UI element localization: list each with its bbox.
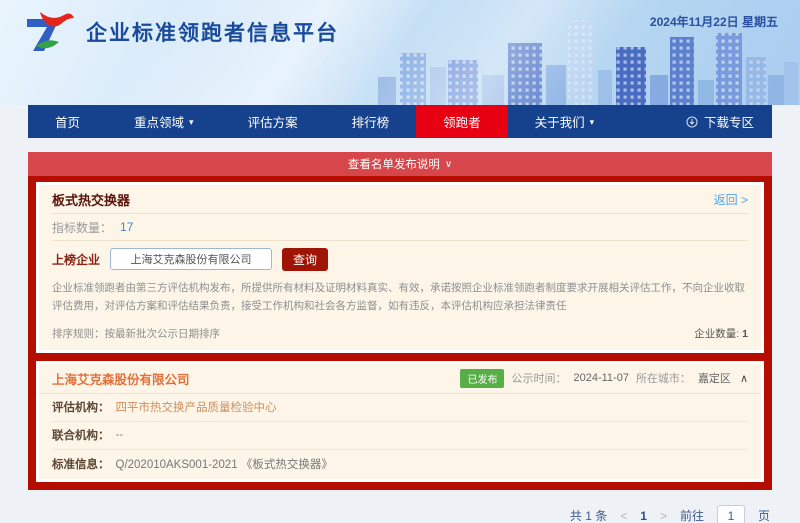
listed-company-label: 上榜企业: [52, 251, 100, 268]
city-label: 所在城市：: [636, 370, 691, 386]
detail-row-evaluation-agency: 评估机构： 四平市热交换产品质量检验中心: [52, 394, 748, 422]
site-logo: [24, 9, 76, 55]
nav-item-label: 领跑者: [443, 112, 481, 131]
chevron-down-icon: ∨: [445, 159, 452, 170]
detail-row-joint-agency: 联合机构： --: [52, 422, 748, 450]
category-panel: 板式热交换器 返回 > 指标数量： 17 上榜企业 查询 企业标准领跑者由第三方…: [36, 182, 764, 353]
header-date: 2024年11月22日 星期五: [650, 13, 778, 30]
goto-page-input[interactable]: [717, 505, 745, 523]
site-header: 企业标准领跑者信息平台 2024年11月22日 星期五: [0, 0, 800, 105]
status-badge: 已发布: [460, 369, 504, 388]
detail-label: 联合机构：: [52, 427, 110, 443]
list-release-notice-toggle[interactable]: 查看名单发布说明 ∨: [28, 152, 772, 176]
nav-item-label: 排行榜: [352, 112, 390, 131]
detail-value: 四平市热交换产品质量检验中心: [116, 399, 277, 415]
main-nav: 首页 重点领域 ▾ 评估方案 排行榜 领跑者 关于我们 ▾ 下载专区: [28, 105, 772, 138]
indicator-count-label: 指标数量：: [52, 219, 112, 236]
company-name[interactable]: 上海艾克森股份有限公司: [52, 369, 190, 388]
evaluation-disclaimer: 企业标准领跑者由第三方评估机构发布，所提供所有材料及证明材料真实、有效，承诺按照…: [52, 277, 748, 320]
nav-item-home[interactable]: 首页: [28, 105, 107, 138]
download-icon: [686, 116, 698, 128]
detail-value: --: [116, 429, 124, 441]
caret-down-icon: ▾: [189, 118, 194, 127]
prev-page-arrow[interactable]: <: [620, 509, 627, 523]
detail-label: 评估机构：: [52, 399, 110, 415]
nav-item-label: 重点领域: [134, 112, 184, 131]
company-search-input[interactable]: [110, 248, 272, 270]
sort-rule-text: 排序规则：按最新批次公示日期排序: [52, 326, 220, 341]
next-page-arrow[interactable]: >: [660, 509, 667, 523]
back-link[interactable]: 返回 >: [714, 191, 748, 208]
query-button[interactable]: 查询: [282, 248, 328, 271]
indicator-count-value: 17: [120, 220, 133, 234]
company-card-header[interactable]: 上海艾克森股份有限公司 已发布 公示时间： 2024-11-07 所在城市： 嘉…: [39, 364, 761, 394]
page-unit-label: 页: [758, 507, 770, 523]
indicator-count-row: 指标数量： 17: [52, 214, 748, 241]
nav-item-label: 首页: [55, 112, 80, 131]
nav-item-label: 关于我们: [535, 112, 585, 131]
sort-rule-row: 排序规则：按最新批次公示日期排序 企业数量:1: [52, 320, 748, 350]
nav-item-key-areas[interactable]: 重点领域 ▾: [107, 105, 221, 138]
city-value: 嘉定区: [698, 370, 731, 386]
current-page[interactable]: 1: [640, 509, 647, 523]
goto-label: 前往: [680, 507, 704, 523]
detail-value: Q/202010AKS001-2021 《板式热交换器》: [116, 456, 333, 472]
leader-content-frame: 板式热交换器 返回 > 指标数量： 17 上榜企业 查询 企业标准领跑者由第三方…: [28, 176, 772, 490]
nav-item-about-us[interactable]: 关于我们 ▾: [508, 105, 622, 138]
company-search-row: 上榜企业 查询: [52, 241, 748, 277]
chevron-up-icon[interactable]: ∧: [740, 372, 748, 385]
publish-time-value: 2024-11-07: [573, 372, 628, 384]
nav-item-ranking[interactable]: 排行榜: [325, 105, 417, 138]
page-title: 企业标准领跑者信息平台: [86, 17, 339, 47]
detail-label: 标准信息：: [52, 456, 110, 472]
nav-item-label: 评估方案: [248, 112, 298, 131]
category-title-row: 板式热交换器 返回 >: [52, 185, 748, 214]
company-count-value: 1: [742, 328, 748, 340]
company-count: 企业数量:1: [694, 326, 748, 341]
download-label: 下载专区: [704, 112, 754, 131]
pagination: 共 1 条 < 1 > 前往 页: [30, 505, 770, 523]
nav-item-evaluation-plan[interactable]: 评估方案: [221, 105, 325, 138]
detail-row-standard-info: 标准信息： Q/202010AKS001-2021 《板式热交换器》: [52, 450, 748, 478]
notice-label: 查看名单发布说明: [348, 156, 440, 172]
download-zone-link[interactable]: 下载专区: [668, 105, 772, 138]
caret-down-icon: ▾: [590, 118, 595, 127]
category-title: 板式热交换器: [52, 190, 130, 209]
company-card: 上海艾克森股份有限公司 已发布 公示时间： 2024-11-07 所在城市： 嘉…: [36, 361, 764, 482]
publish-time-label: 公示时间：: [511, 370, 566, 386]
brand: 企业标准领跑者信息平台: [24, 9, 339, 55]
company-count-label: 企业数量:: [694, 328, 739, 340]
nav-item-leader[interactable]: 领跑者: [416, 105, 508, 138]
company-meta: 已发布 公示时间： 2024-11-07 所在城市： 嘉定区 ∧: [460, 369, 748, 388]
pagination-total: 共 1 条: [570, 507, 607, 523]
